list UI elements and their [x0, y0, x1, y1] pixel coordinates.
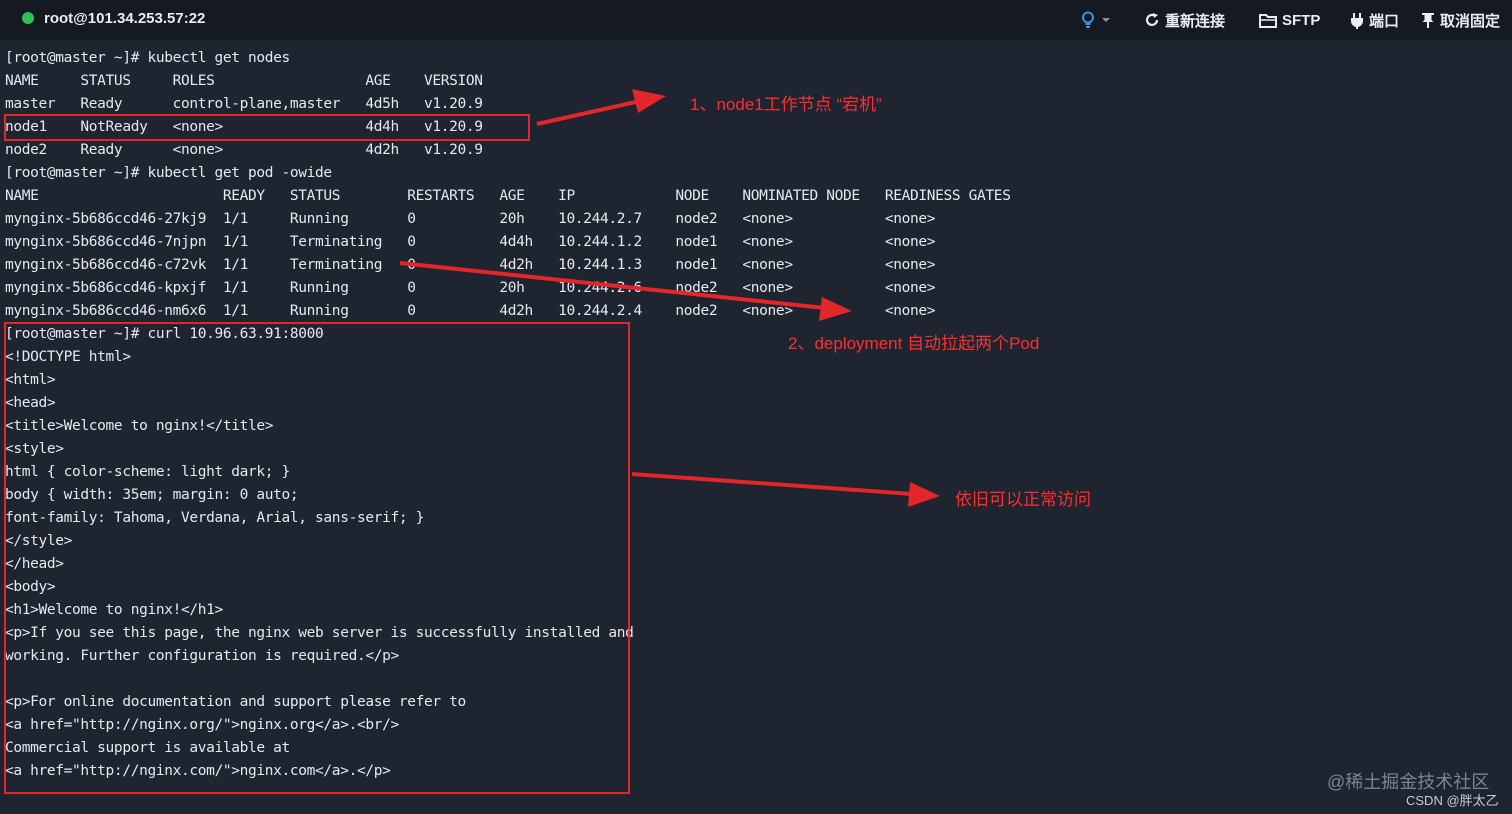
terminal-line: NAME READY STATUS RESTARTS AGE IP NODE N…	[5, 188, 1011, 204]
port-label: 端口	[1369, 12, 1400, 30]
note-node1-down: 1、node1工作节点 “宕机”	[690, 95, 882, 114]
terminal-line: mynginx-5b686ccd46-27kj9 1/1 Running 0 2…	[5, 211, 936, 227]
terminal-line: master Ready control-plane,master 4d5h v…	[5, 96, 483, 112]
pin-icon	[1422, 12, 1434, 28]
connection-status-icon	[22, 12, 34, 24]
note-deployment-pods: 2、deployment 自动拉起两个Pod	[788, 334, 1040, 353]
terminal-line: NAME STATUS ROLES AGE VERSION	[5, 73, 483, 89]
terminal-line: [root@master ~]# kubectl get pod -owide	[5, 165, 332, 181]
plug-icon	[1351, 12, 1363, 29]
session-title-bar: root@101.34.253.57:22 重新连接 SFTP 端口 取消固定	[0, 0, 1512, 40]
terminal-line: mynginx-5b686ccd46-7njpn 1/1 Terminating…	[5, 234, 936, 250]
session-title: root@101.34.253.57:22	[44, 10, 206, 27]
reconnect-label: 重新连接	[1165, 12, 1226, 30]
terminal-line: [root@master ~]# kubectl get nodes	[5, 50, 290, 66]
lightbulb-icon	[1082, 11, 1094, 28]
terminal-line: mynginx-5b686ccd46-c72vk 1/1 Terminating…	[5, 257, 936, 273]
note-still-accessible: 依旧可以正常访问	[955, 490, 1091, 509]
node1-highlight-box	[4, 114, 530, 141]
chevron-down-icon	[1102, 18, 1110, 22]
refresh-icon	[1145, 13, 1159, 26]
terminal-line: mynginx-5b686ccd46-nm6x6 1/1 Running 0 4…	[5, 303, 936, 319]
sftp-button[interactable]: SFTP	[1259, 9, 1320, 31]
folder-icon	[1259, 13, 1277, 28]
tips-button[interactable]	[1080, 9, 1111, 31]
sftp-label: SFTP	[1282, 11, 1321, 29]
author-watermark: CSDN @胖太乙	[1406, 793, 1499, 808]
reconnect-button[interactable]: 重新连接	[1144, 9, 1225, 31]
terminal-line: node2 Ready <none> 4d2h v1.20.9	[5, 142, 483, 158]
curl-output-highlight-box	[4, 322, 630, 794]
port-forward-button[interactable]: 端口	[1350, 9, 1399, 31]
unpin-label: 取消固定	[1440, 12, 1501, 30]
terminal-line: mynginx-5b686ccd46-kpxjf 1/1 Running 0 2…	[5, 280, 936, 296]
unpin-button[interactable]: 取消固定	[1421, 9, 1500, 31]
